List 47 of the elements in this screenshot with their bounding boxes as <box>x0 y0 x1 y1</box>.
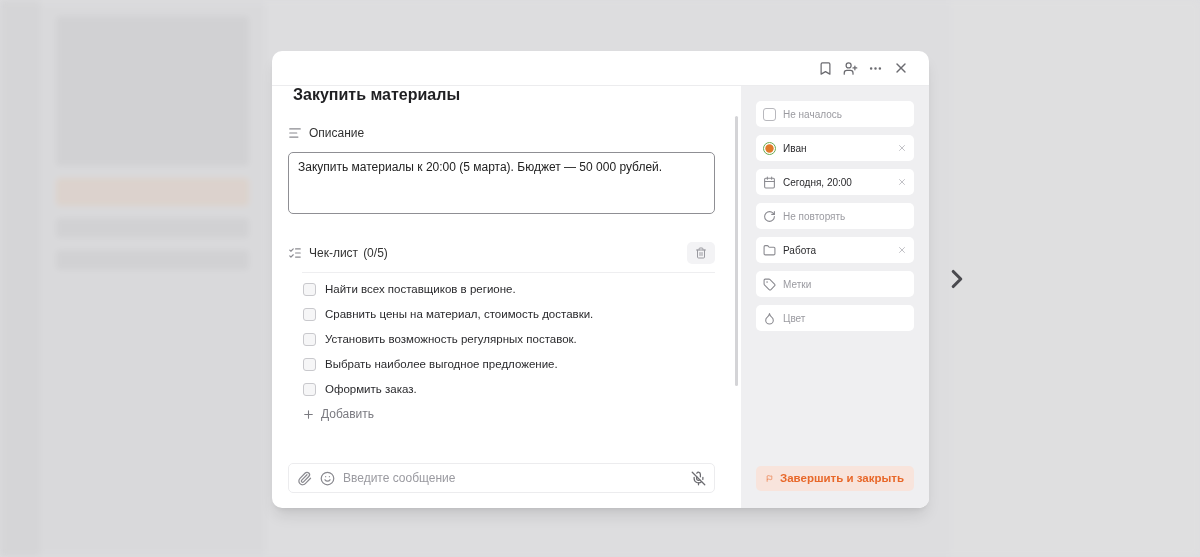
property-field[interactable]: Не началось <box>756 101 914 127</box>
description-field[interactable]: Закупить материалы к 20:00 (5 марта). Бюджет — 50 000 рублей. <box>288 152 715 214</box>
microphone-off-icon[interactable] <box>691 470 706 486</box>
clear-icon[interactable] <box>897 143 907 153</box>
property-field[interactable]: Сегодня, 20:00 <box>756 169 914 195</box>
checklist-item: Найти всех поставщиков в регионе. <box>325 282 516 297</box>
property-field[interactable]: Цвет <box>756 305 914 331</box>
property-field[interactable]: Метки <box>756 271 914 297</box>
checkbox[interactable] <box>303 382 316 396</box>
bookmark-icon[interactable] <box>818 60 833 76</box>
property-field[interactable]: Не повторять <box>756 203 914 229</box>
checklist-item: Сравнить цены на материал, стоимость доставки. <box>325 307 594 322</box>
plus-icon <box>302 407 315 421</box>
add-item-button[interactable]: Добавить <box>302 405 375 423</box>
task-title: Закупить материалы <box>293 85 462 105</box>
attach-icon[interactable] <box>297 470 312 486</box>
clear-icon[interactable] <box>897 245 907 255</box>
folder-icon <box>763 243 776 257</box>
checklist-count: (0/5) <box>363 245 388 262</box>
checkbox[interactable] <box>303 357 316 371</box>
checkbox[interactable] <box>303 307 316 321</box>
checklist-label: Чек-лист <box>309 245 359 262</box>
description-label: Описание <box>309 125 365 142</box>
emoji-icon[interactable] <box>320 470 335 486</box>
message-field[interactable]: Введите сообщение <box>343 469 683 487</box>
tag-icon <box>763 277 776 291</box>
message-bar[interactable]: Введите сообщение <box>288 463 715 493</box>
delete-button[interactable] <box>687 242 715 264</box>
trash-icon <box>695 247 707 259</box>
checklist-item: Выбрать наиболее выгодное предложение. <box>325 357 558 372</box>
description-icon <box>288 126 302 140</box>
checkbox[interactable] <box>303 282 316 296</box>
property-field[interactable]: Иван <box>756 135 914 161</box>
repeat-icon <box>763 209 776 223</box>
checklist-item: Установить возможность регулярных поставок. <box>325 332 577 347</box>
checkbox[interactable] <box>763 107 776 121</box>
clear-icon[interactable] <box>897 177 907 187</box>
complete-button[interactable]: Завершить и закрыть <box>756 466 914 491</box>
drop-icon <box>763 311 776 325</box>
checkbox[interactable] <box>303 332 316 346</box>
calendar-icon <box>763 175 776 189</box>
users-icon[interactable] <box>843 60 858 76</box>
avatar-icon <box>763 141 776 155</box>
checklist-item: Оформить заказ. <box>325 382 417 397</box>
checklist-icon <box>288 246 302 260</box>
flag-icon <box>766 472 773 485</box>
property-field[interactable]: Работа <box>756 237 914 263</box>
